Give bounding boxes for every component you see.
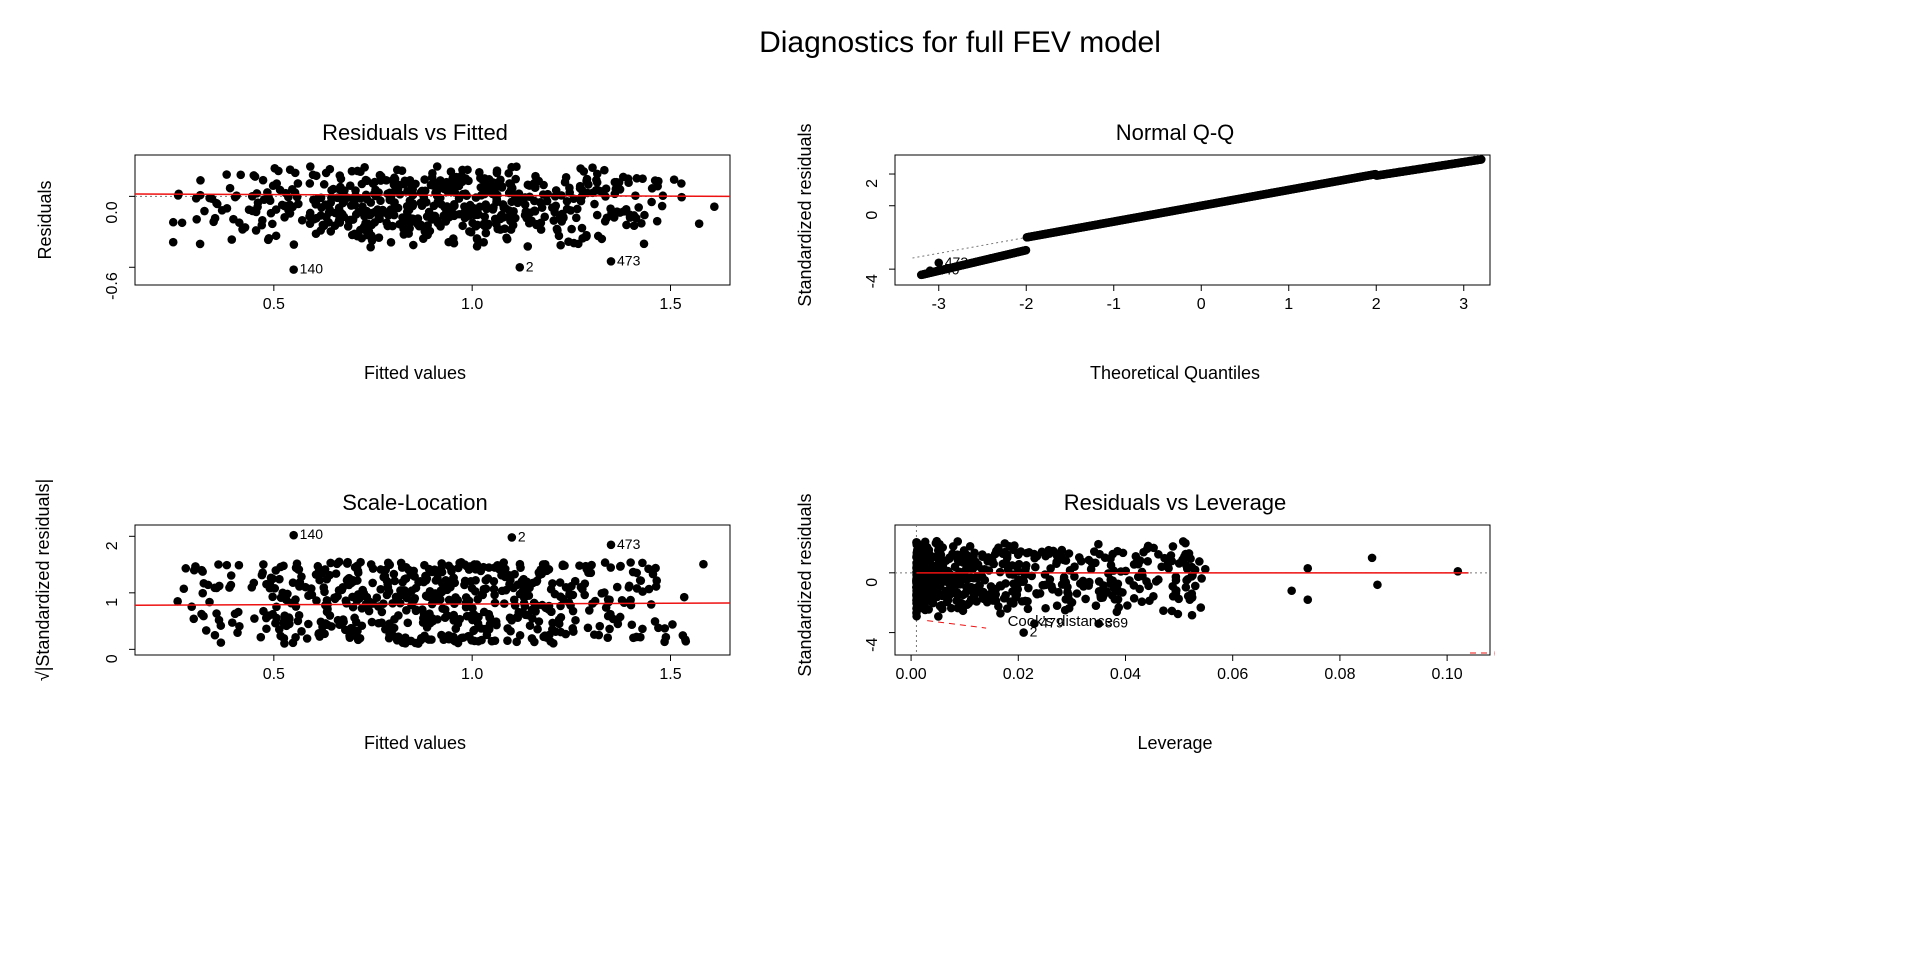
svg-text:0.10: 0.10 xyxy=(1432,666,1463,683)
svg-text:2: 2 xyxy=(1372,296,1381,313)
svg-text:-1: -1 xyxy=(1107,296,1121,313)
svg-text:1.0: 1.0 xyxy=(461,666,483,683)
panel-scale-location: Scale-Location √|Standardized residuals|… xyxy=(95,470,735,800)
svg-text:2: 2 xyxy=(518,528,526,544)
svg-text:140: 140 xyxy=(300,261,324,277)
svg-text:0.00: 0.00 xyxy=(896,666,927,683)
svg-text:369: 369 xyxy=(1105,615,1129,631)
svg-text:0.5: 0.5 xyxy=(263,666,285,683)
svg-text:2: 2 xyxy=(1030,624,1038,640)
panel-normal-qq: Normal Q-Q Standardized residuals -3-2-1… xyxy=(855,100,1495,430)
panel-residuals-vs-fitted: Residuals vs Fitted Residuals 0.51.01.5-… xyxy=(95,100,735,430)
svg-text:0.08: 0.08 xyxy=(1324,666,1355,683)
svg-text:1.0: 1.0 xyxy=(461,296,483,313)
svg-text:0.0: 0.0 xyxy=(104,201,121,223)
diagnostics-figure: Diagnostics for full FEV model Residuals… xyxy=(0,0,1920,960)
svg-text:0.02: 0.02 xyxy=(1003,666,1034,683)
svg-text:-4: -4 xyxy=(864,274,881,288)
svg-text:1.5: 1.5 xyxy=(659,296,681,313)
svg-text:-0.6: -0.6 xyxy=(104,272,121,300)
svg-text:140: 140 xyxy=(300,526,324,542)
y-axis-label: Standardized residuals xyxy=(795,485,816,685)
y-axis-label: √|Standardized residuals| xyxy=(33,470,54,690)
svg-text:0: 0 xyxy=(864,578,881,587)
svg-text:-3: -3 xyxy=(932,296,946,313)
svg-text:2: 2 xyxy=(104,541,121,550)
x-axis-label: Theoretical Quantiles xyxy=(855,363,1495,384)
svg-text:1: 1 xyxy=(104,598,121,607)
svg-text:479: 479 xyxy=(1040,615,1064,631)
svg-text:-2: -2 xyxy=(1019,296,1033,313)
panel-residuals-vs-leverage: Residuals vs Leverage Standardized resid… xyxy=(855,470,1495,800)
svg-text:473: 473 xyxy=(617,252,641,268)
x-axis-label: Fitted values xyxy=(95,363,735,384)
svg-text:0.5: 0.5 xyxy=(263,296,285,313)
svg-text:3: 3 xyxy=(1459,296,1468,313)
y-axis-label: Residuals xyxy=(35,155,56,285)
svg-text:0: 0 xyxy=(104,654,121,663)
svg-text:2: 2 xyxy=(864,179,881,188)
svg-text:0: 0 xyxy=(864,211,881,220)
svg-text:0.04: 0.04 xyxy=(1110,666,1141,683)
y-axis-label: Standardized residuals xyxy=(795,115,816,315)
main-title: Diagnostics for full FEV model xyxy=(0,26,1920,60)
svg-text:473: 473 xyxy=(617,536,641,552)
svg-text:1.5: 1.5 xyxy=(659,666,681,683)
svg-text:0.5: 0.5 xyxy=(1494,645,1495,661)
svg-text:0: 0 xyxy=(1197,296,1206,313)
svg-text:140: 140 xyxy=(936,262,960,278)
svg-text:-4: -4 xyxy=(864,637,881,651)
x-axis-label: Leverage xyxy=(855,733,1495,754)
svg-text:2: 2 xyxy=(526,258,534,274)
svg-text:1: 1 xyxy=(1284,296,1293,313)
svg-text:0.06: 0.06 xyxy=(1217,666,1248,683)
x-axis-label: Fitted values xyxy=(95,733,735,754)
